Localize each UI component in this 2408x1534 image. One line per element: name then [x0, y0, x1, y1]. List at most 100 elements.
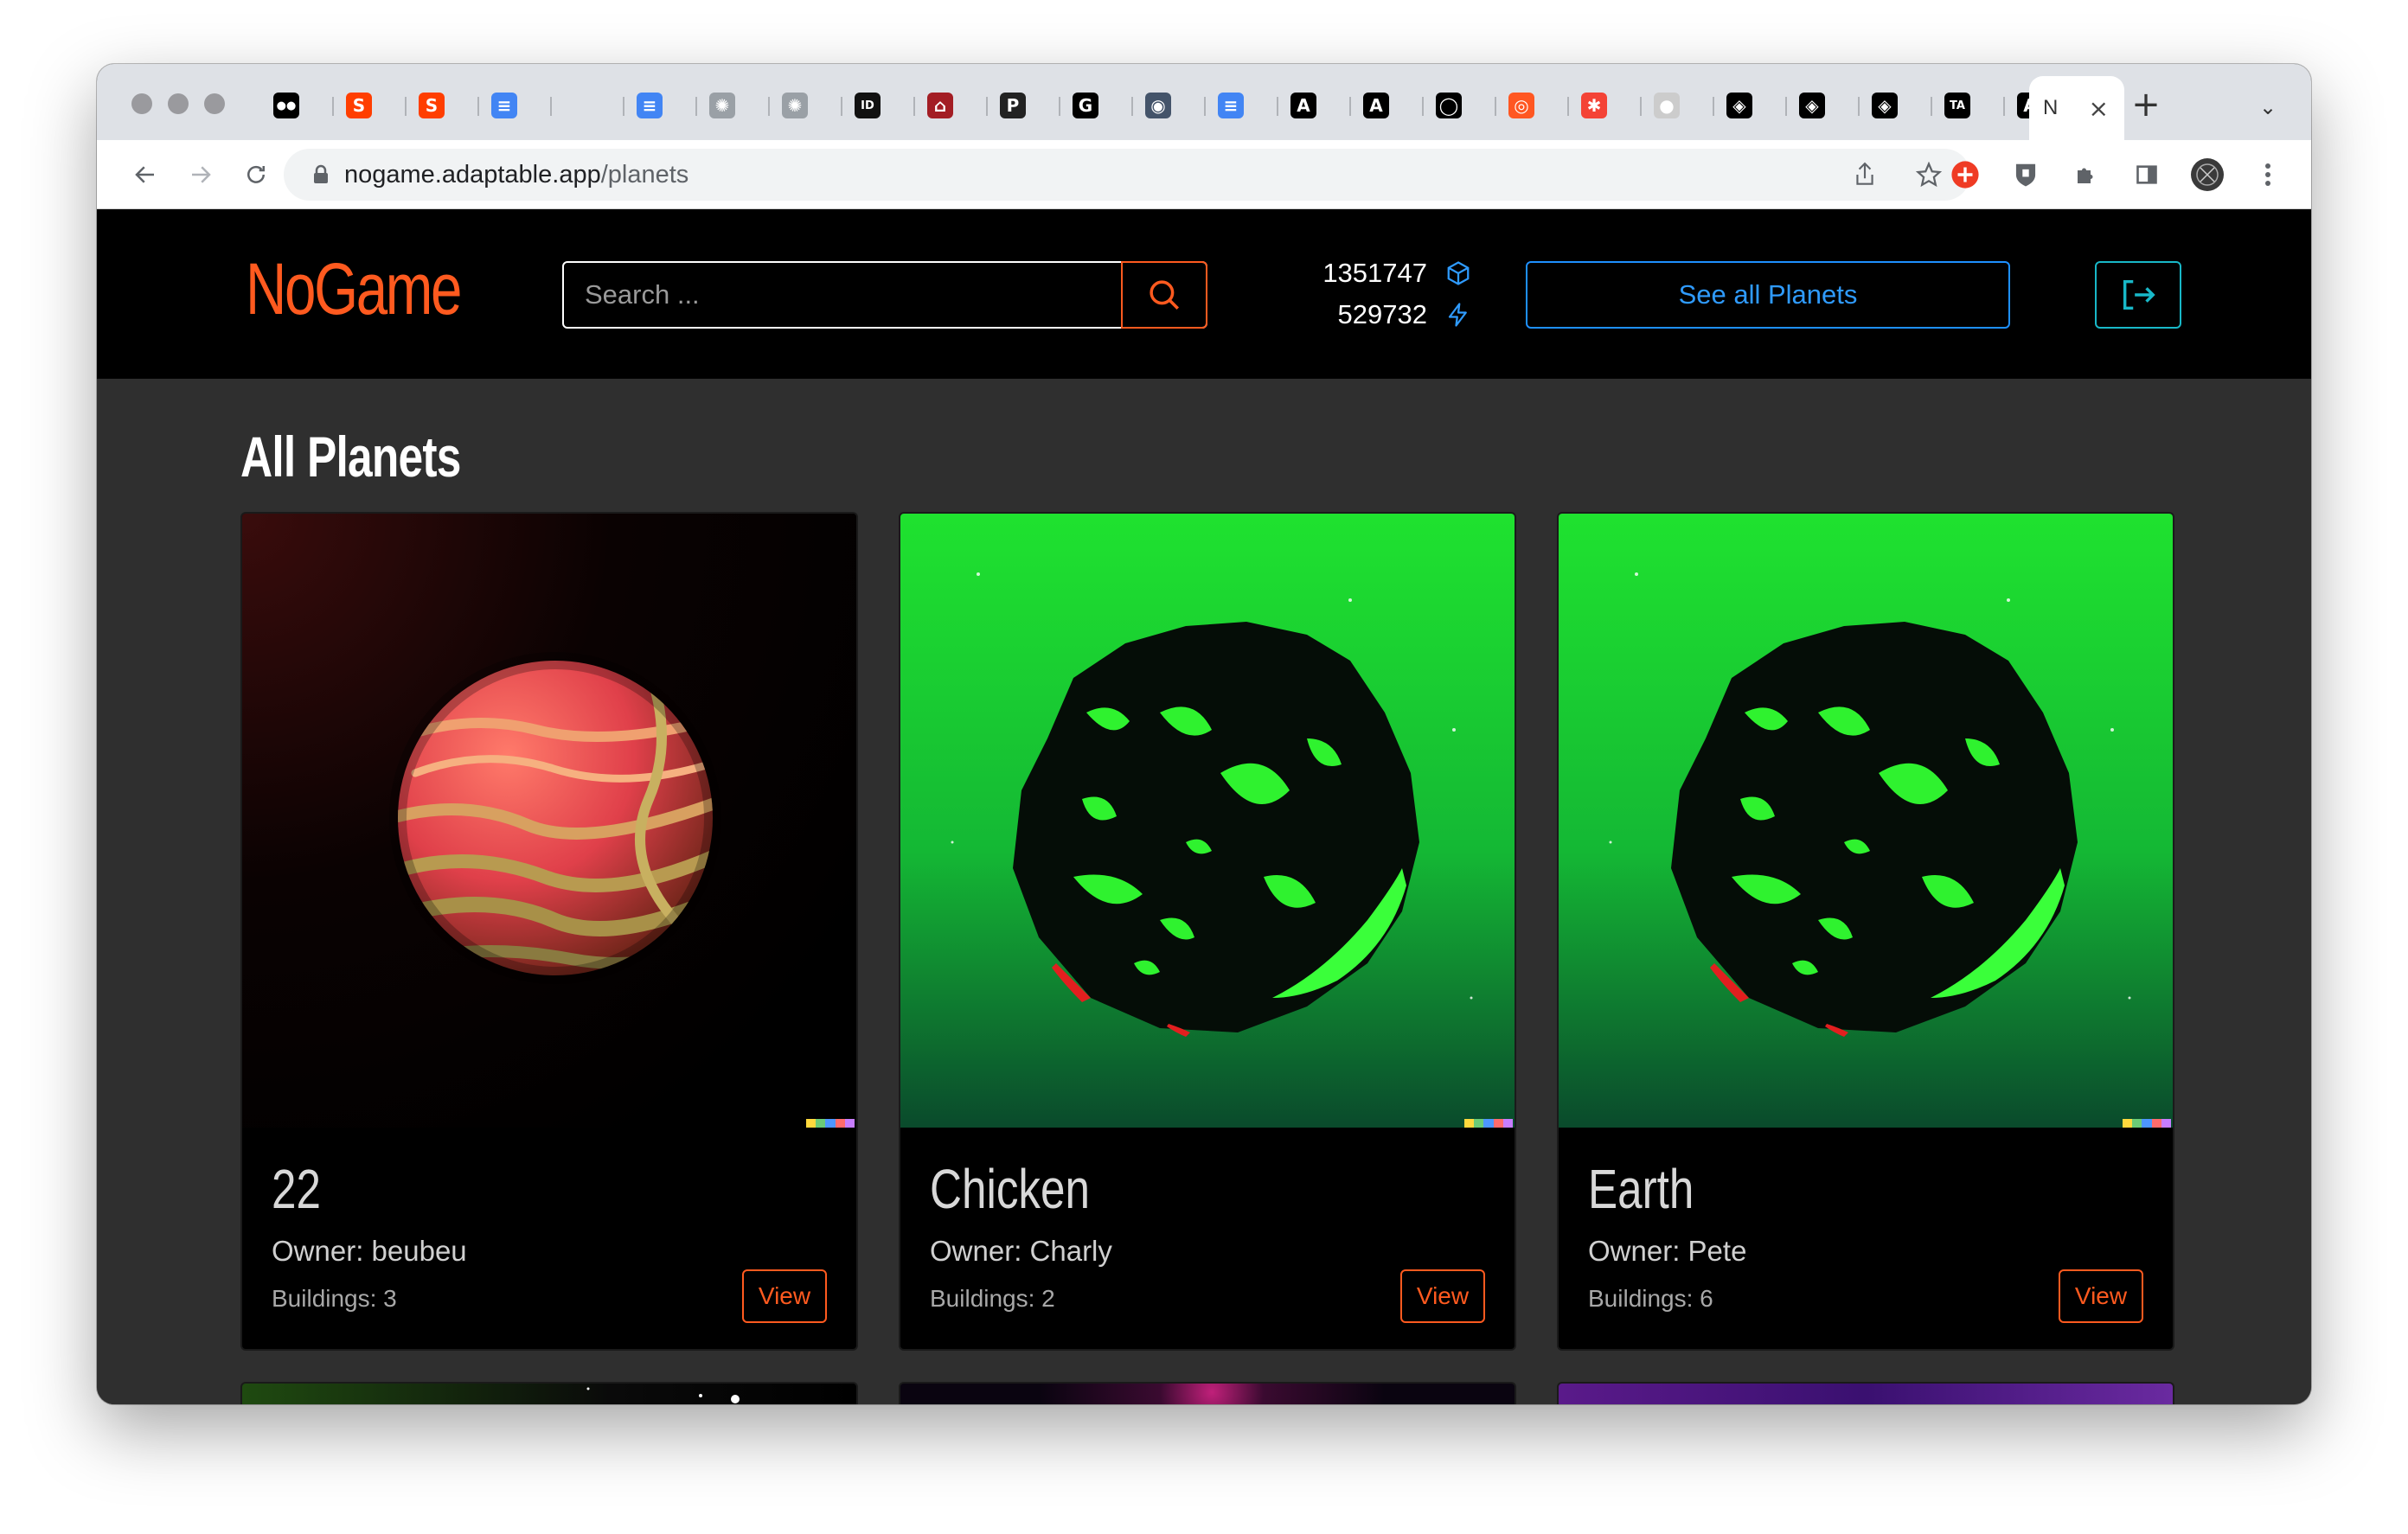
tab-14[interactable]: ≡	[1206, 86, 1278, 125]
tab-17[interactable]: ◯	[1424, 86, 1496, 125]
zoom-window-button[interactable]	[204, 93, 225, 114]
profile-avatar[interactable]	[2190, 157, 2225, 192]
tab-20[interactable]: ●	[1642, 86, 1714, 125]
view-planet-button[interactable]: View	[742, 1269, 827, 1323]
share-icon[interactable]	[1848, 157, 1882, 192]
planet-card: 22 Owner: beubeu Buildings: 3 View	[240, 512, 858, 1351]
view-planet-button[interactable]: View	[2059, 1269, 2143, 1323]
lightning-icon	[1444, 301, 1472, 329]
tab-9[interactable]: ID	[842, 86, 915, 125]
reload-icon	[247, 165, 265, 183]
tab-title: N	[2043, 96, 2059, 119]
tab-21[interactable]: ◈	[1714, 86, 1787, 125]
tab-18[interactable]: ◎	[1496, 86, 1569, 125]
tab-23[interactable]: ◈	[1860, 86, 1932, 125]
tab-2[interactable]: S	[334, 86, 407, 125]
medium-icon: ●●	[273, 93, 299, 118]
planet-image	[1559, 514, 2173, 1128]
app-logo[interactable]: NoGame	[246, 247, 462, 331]
extensions-puzzle-icon[interactable]	[2069, 157, 2104, 192]
planet-name: Earth	[1588, 1158, 1694, 1220]
logout-icon	[2123, 279, 2155, 310]
codepen-icon: ◈	[1799, 93, 1825, 118]
planet-owner: Owner: beubeu	[272, 1235, 467, 1267]
search-bar	[562, 261, 1207, 329]
dots-icon: ✺	[709, 93, 735, 118]
sphere-icon: ●	[1654, 93, 1680, 118]
tab-1[interactable]: ●●	[261, 86, 334, 125]
tab-list: ●●SS≡≡✺✺ID⌂PG◉≡AA◯◎✱●◈◈◈TAA	[261, 86, 2078, 125]
forward-button[interactable]	[180, 154, 221, 195]
url-host: nogame.adaptable.app	[344, 160, 601, 189]
app-header: NoGame 1351747 529732	[97, 209, 2311, 379]
planet-buildings: Buildings: 2	[930, 1285, 1055, 1312]
museum-icon: ⌂	[927, 93, 953, 118]
tab-7[interactable]: ✺	[697, 86, 770, 125]
new-tab-button[interactable]: +	[2124, 83, 2168, 126]
back-arrow-icon	[135, 166, 154, 183]
back-button[interactable]	[125, 154, 166, 195]
forward-arrow-icon	[192, 166, 211, 183]
tab-13[interactable]: ◉	[1133, 86, 1206, 125]
url-text: nogame.adaptable.app/planets	[344, 161, 688, 189]
search-input[interactable]	[564, 263, 1121, 327]
p-icon: P	[1000, 93, 1026, 118]
cube-icon	[1444, 259, 1472, 287]
browser-menu-icon[interactable]	[2251, 157, 2285, 192]
window-controls	[131, 93, 225, 114]
planet-card-partial[interactable]	[1557, 1382, 2174, 1404]
tab-12[interactable]: G	[1060, 86, 1133, 125]
tab-11[interactable]: P	[988, 86, 1060, 125]
tab-active[interactable]: N ×	[2029, 76, 2124, 140]
address-bar[interactable]: nogame.adaptable.app/planets	[284, 149, 1970, 201]
page-content: NoGame 1351747 529732	[97, 209, 2311, 1404]
sidebar-toggle-icon[interactable]	[2129, 157, 2164, 192]
planet-image	[900, 514, 1515, 1128]
planet-card-partial[interactable]	[899, 1382, 1516, 1404]
codepen-icon: ◈	[1872, 93, 1898, 118]
tab-10[interactable]: ⌂	[915, 86, 988, 125]
tab-19[interactable]: ✱	[1569, 86, 1642, 125]
lock-icon[interactable]	[306, 164, 336, 185]
see-all-planets-button[interactable]: See all Planets	[1526, 261, 2010, 329]
tab-15[interactable]: A	[1278, 86, 1351, 125]
tab-8[interactable]: ✺	[770, 86, 842, 125]
tab-3[interactable]: S	[407, 86, 479, 125]
planet-card-partial[interactable]	[240, 1382, 858, 1404]
tab-search-button[interactable]: ⌄	[2251, 90, 2285, 125]
svelte-icon: S	[346, 93, 372, 118]
nft-badge	[806, 1119, 855, 1128]
resource-stats: 1351747 529732	[1316, 252, 1472, 336]
resource-count-energy: 529732	[1337, 299, 1427, 329]
tab-22[interactable]: ◈	[1787, 86, 1860, 125]
close-window-button[interactable]	[131, 93, 152, 114]
ta-icon: TA	[1944, 93, 1970, 118]
view-planet-button[interactable]: View	[1400, 1269, 1485, 1323]
browser-window: ●●SS≡≡✺✺ID⌂PG◉≡AA◯◎✱●◈◈◈TAA N × + ⌄ noga…	[97, 64, 2311, 1404]
planet-image	[242, 514, 856, 1128]
dots-icon: ✺	[782, 93, 808, 118]
tab-strip: ●●SS≡≡✺✺ID⌂PG◉≡AA◯◎✱●◈◈◈TAA N × + ⌄	[97, 64, 2311, 140]
planet-buildings: Buildings: 6	[1588, 1285, 1713, 1312]
tab-5[interactable]	[552, 86, 624, 125]
nft-badge	[1464, 1119, 1514, 1128]
logout-button[interactable]	[2095, 261, 2181, 329]
page-title: All Planets	[240, 425, 461, 489]
planet-card: Chicken Owner: Charly Buildings: 2 View	[899, 512, 1516, 1351]
reload-button[interactable]	[235, 154, 277, 195]
tab-16[interactable]: A	[1351, 86, 1424, 125]
astro-icon: A	[1363, 93, 1389, 118]
ring-icon: ◎	[1508, 93, 1534, 118]
tab-24[interactable]: TA	[1932, 86, 2005, 125]
planet-name: Chicken	[930, 1158, 1090, 1220]
extension-red-plus-icon[interactable]	[1948, 157, 1982, 192]
resource-count-materials: 1351747	[1322, 258, 1427, 288]
tab-6[interactable]: ≡	[624, 86, 697, 125]
close-tab-icon[interactable]: ×	[2089, 94, 2109, 123]
bookmark-star-icon[interactable]	[1912, 157, 1946, 192]
search-button[interactable]	[1121, 261, 1207, 329]
extension-shield-icon[interactable]	[2008, 157, 2043, 192]
tab-4[interactable]: ≡	[479, 86, 552, 125]
g-icon: G	[1073, 93, 1098, 118]
minimize-window-button[interactable]	[168, 93, 189, 114]
